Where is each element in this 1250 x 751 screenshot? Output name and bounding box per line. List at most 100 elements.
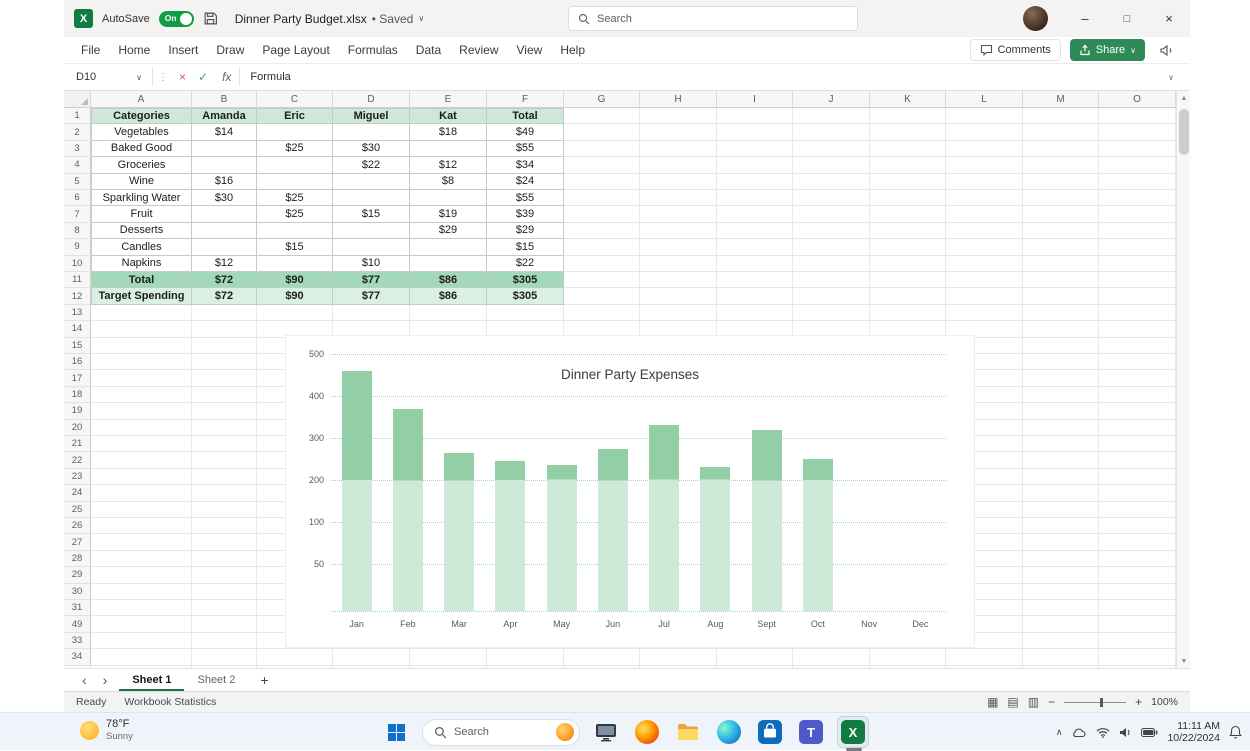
row-header-8[interactable]: 8 <box>64 223 91 239</box>
cell[interactable]: $22 <box>487 256 564 272</box>
row-header-10[interactable]: 10 <box>64 256 91 272</box>
cell[interactable]: $8 <box>410 174 487 190</box>
cell[interactable]: $19 <box>410 206 487 222</box>
spreadsheet-grid[interactable]: ABCDEFGHIJKLMO 1234567891011121314151617… <box>64 91 1176 668</box>
cell[interactable]: Fruit <box>91 206 192 222</box>
cell[interactable]: $90 <box>257 272 333 288</box>
cell[interactable]: Categories <box>91 108 192 124</box>
cell[interactable]: Sparkling Water <box>91 190 192 206</box>
cell[interactable]: Kat <box>410 108 487 124</box>
vertical-scrollbar[interactable]: ▲ ▼ <box>1176 91 1190 668</box>
row-header-34[interactable]: 34 <box>64 649 91 665</box>
cell[interactable]: $49 <box>487 124 564 140</box>
row-header-16[interactable]: 16 <box>64 354 91 370</box>
scroll-up-icon[interactable]: ▲ <box>1177 91 1191 105</box>
clock[interactable]: 11:11 AM 10/22/2024 <box>1167 720 1220 744</box>
cell[interactable]: $55 <box>487 190 564 206</box>
zoom-out-button[interactable]: − <box>1048 695 1055 709</box>
cell[interactable]: $72 <box>192 288 257 304</box>
weather-widget[interactable]: 78°F Sunny <box>80 718 133 742</box>
row-header-15[interactable]: 15 <box>64 338 91 354</box>
hidden-icons-chevron[interactable]: ∧ <box>1056 727 1063 738</box>
row-header-1[interactable]: 1 <box>64 108 91 124</box>
row-header-26[interactable]: 26 <box>64 518 91 534</box>
menu-tab-data[interactable]: Data <box>407 37 450 63</box>
share-button[interactable]: Share ∨ <box>1070 39 1145 61</box>
menu-tab-view[interactable]: View <box>508 37 552 63</box>
taskbar-app-dark[interactable] <box>591 717 621 747</box>
excel-taskbar-button[interactable]: X <box>837 716 869 748</box>
row-header-17[interactable]: 17 <box>64 370 91 386</box>
microsoft-store-button[interactable] <box>755 717 785 747</box>
cell[interactable]: $15 <box>487 239 564 255</box>
document-title[interactable]: Dinner Party Budget.xlsx • Saved ∨ <box>235 12 424 26</box>
edge-button[interactable] <box>714 717 744 747</box>
cell[interactable]: $25 <box>257 206 333 222</box>
cell[interactable]: $18 <box>410 124 487 140</box>
maximize-button[interactable]: □ <box>1106 0 1148 37</box>
row-header-13[interactable]: 13 <box>64 305 91 321</box>
cell[interactable] <box>333 190 410 206</box>
row-header-22[interactable]: 22 <box>64 452 91 468</box>
row-header-21[interactable]: 21 <box>64 436 91 452</box>
avatar[interactable] <box>1023 6 1048 31</box>
row-header-2[interactable]: 2 <box>64 124 91 140</box>
menu-tab-insert[interactable]: Insert <box>159 37 207 63</box>
cell[interactable]: Vegetables <box>91 124 192 140</box>
cell[interactable]: $305 <box>487 272 564 288</box>
cell[interactable]: $77 <box>333 288 410 304</box>
name-box[interactable]: D10 ∨ <box>64 71 152 83</box>
chart-bar-apr[interactable] <box>495 461 525 611</box>
cell[interactable]: $22 <box>333 157 410 173</box>
chart-bar-jul[interactable] <box>649 425 679 611</box>
scroll-down-icon[interactable]: ▼ <box>1177 654 1191 668</box>
chart-bar-aug[interactable] <box>700 467 730 611</box>
enter-icon[interactable]: ✓ <box>192 70 214 84</box>
notifications-bell-icon[interactable] <box>1229 725 1242 739</box>
sheet-tab-sheet-2[interactable]: Sheet 2 <box>184 669 248 691</box>
column-header-I[interactable]: I <box>717 91 793 108</box>
column-header-F[interactable]: F <box>487 91 564 108</box>
volume-icon[interactable] <box>1119 727 1132 738</box>
cell[interactable]: $39 <box>487 206 564 222</box>
row-header-12[interactable]: 12 <box>64 288 91 304</box>
column-header-H[interactable]: H <box>640 91 717 108</box>
row-header-27[interactable]: 27 <box>64 534 91 550</box>
menu-tab-draw[interactable]: Draw <box>207 37 253 63</box>
column-header-L[interactable]: L <box>946 91 1023 108</box>
autosave-toggle[interactable]: On <box>159 11 194 27</box>
cell[interactable]: Miguel <box>333 108 410 124</box>
close-button[interactable]: × <box>1148 0 1190 37</box>
expand-formula-bar-icon[interactable]: ∨ <box>1168 73 1190 82</box>
cell[interactable]: Amanda <box>192 108 257 124</box>
row-header-3[interactable]: 3 <box>64 141 91 157</box>
zoom-in-button[interactable]: + <box>1135 695 1142 709</box>
column-header-K[interactable]: K <box>870 91 946 108</box>
row-header-14[interactable]: 14 <box>64 321 91 337</box>
insert-function-button[interactable]: fx <box>214 70 239 84</box>
select-all-button[interactable] <box>64 91 91 108</box>
cell[interactable] <box>257 174 333 190</box>
cell[interactable]: $15 <box>257 239 333 255</box>
sheet-tab-sheet-1[interactable]: Sheet 1 <box>119 669 184 691</box>
cell[interactable] <box>410 239 487 255</box>
cell[interactable]: $15 <box>333 206 410 222</box>
column-header-M[interactable]: M <box>1023 91 1099 108</box>
chart-bar-feb[interactable] <box>393 409 423 611</box>
row-header-11[interactable]: 11 <box>64 272 91 288</box>
zoom-slider[interactable] <box>1064 702 1126 703</box>
cell[interactable]: $14 <box>192 124 257 140</box>
cell[interactable]: Target Spending <box>91 288 192 304</box>
chart-bar-oct[interactable] <box>803 459 833 611</box>
cell[interactable] <box>333 239 410 255</box>
cell[interactable]: $77 <box>333 272 410 288</box>
cell[interactable]: Total <box>487 108 564 124</box>
cell[interactable] <box>410 256 487 272</box>
cell[interactable]: $25 <box>257 141 333 157</box>
cell[interactable] <box>333 174 410 190</box>
cell[interactable]: Baked Good <box>91 141 192 157</box>
cell[interactable] <box>192 206 257 222</box>
minimize-button[interactable]: – <box>1064 0 1106 37</box>
row-header-33[interactable]: 33 <box>64 633 91 649</box>
workbook-statistics[interactable]: Workbook Statistics <box>124 696 216 708</box>
